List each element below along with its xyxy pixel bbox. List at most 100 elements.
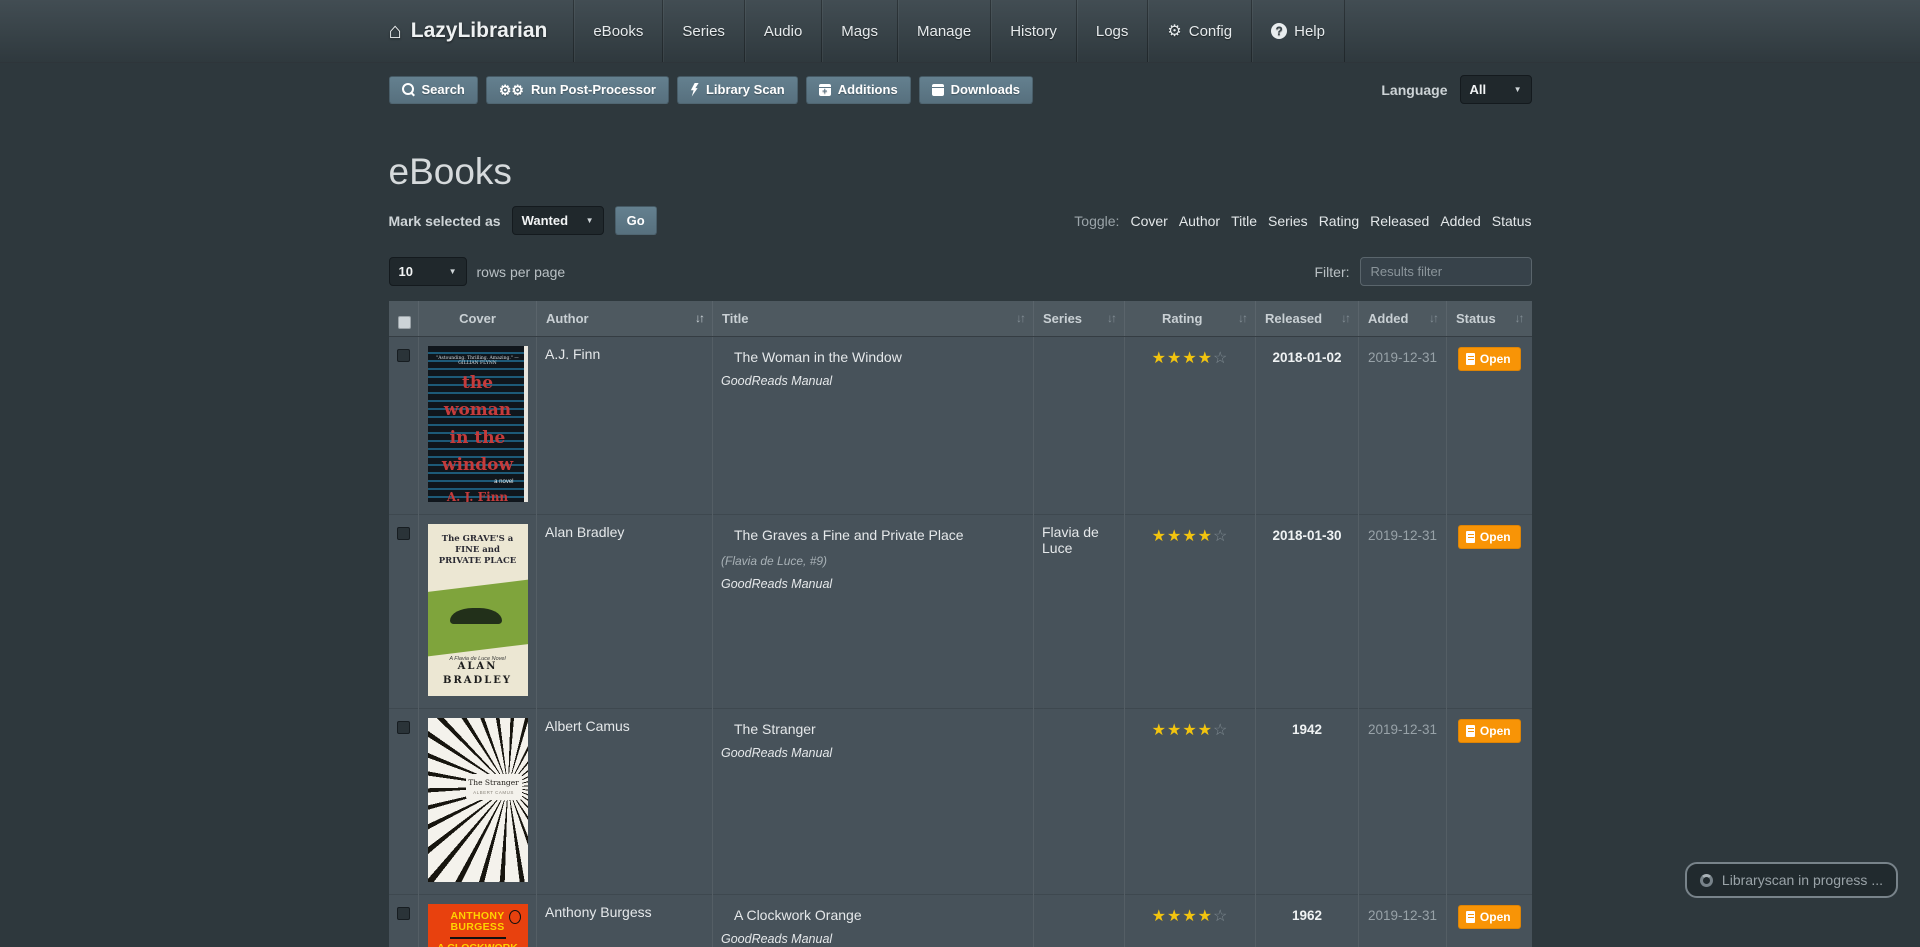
column-header-released[interactable]: Released↓↑: [1256, 301, 1359, 336]
column-header-author[interactable]: Author ↓↑: [537, 301, 713, 336]
rating-cell: ★★★★☆: [1125, 514, 1256, 708]
star-icon[interactable]: ★: [1152, 722, 1167, 739]
column-header-series[interactable]: Series↓↑: [1034, 301, 1125, 336]
run-post-processor-button[interactable]: ⚙⚙ Run Post-Processor: [486, 76, 669, 104]
nav-item-history[interactable]: History: [990, 0, 1076, 62]
book-cover[interactable]: The GRAVE'S a FINE and PRIVATE PLACE A F…: [428, 524, 528, 696]
book-cover[interactable]: ANTHONY BURGESS A CLOCKWORK ORANGE: [428, 904, 528, 947]
row-checkbox[interactable]: [397, 907, 410, 920]
title-link[interactable]: The Graves a Fine and Private Place: [721, 527, 1025, 543]
star-icon[interactable]: ★: [1167, 350, 1182, 367]
sort-icon[interactable]: ↓↑: [695, 311, 703, 325]
brand-home-link[interactable]: ⌂ LazyLibrarian: [389, 0, 574, 62]
toggle-link-added[interactable]: Added: [1440, 213, 1480, 229]
header-label: Author: [546, 311, 589, 326]
nav-item-audio[interactable]: Audio: [744, 0, 821, 62]
star-icon[interactable]: ★: [1198, 350, 1213, 367]
star-icon[interactable]: ★: [1198, 908, 1213, 925]
star-icon[interactable]: ★: [1198, 528, 1213, 545]
nav-item-help[interactable]: ? Help: [1251, 0, 1345, 62]
sort-icon[interactable]: ↓↑: [1016, 311, 1024, 325]
star-rating[interactable]: ★★★★☆: [1152, 908, 1229, 924]
star-icon[interactable]: ★: [1167, 528, 1182, 545]
star-rating[interactable]: ★★★★☆: [1152, 722, 1229, 738]
toggle-link-series[interactable]: Series: [1268, 213, 1308, 229]
open-button[interactable]: Open: [1458, 719, 1521, 743]
search-button[interactable]: Search: [389, 76, 478, 104]
star-icon[interactable]: ★: [1167, 722, 1182, 739]
title-link[interactable]: The Woman in the Window: [721, 349, 1025, 365]
library-scan-button[interactable]: Library Scan: [677, 76, 798, 104]
author-link[interactable]: Anthony Burgess: [545, 904, 652, 920]
nav-item-config[interactable]: ⚙ Config: [1147, 0, 1251, 62]
open-button[interactable]: Open: [1458, 347, 1521, 371]
star-icon[interactable]: ★: [1152, 908, 1167, 925]
rows-per-page-select[interactable]: 10 ▼: [389, 257, 467, 286]
star-icon[interactable]: ☆: [1213, 350, 1228, 367]
column-header-title[interactable]: Title↓↑: [713, 301, 1034, 336]
column-header-added[interactable]: Added↓↑: [1359, 301, 1447, 336]
sort-icon[interactable]: ↓↑: [1515, 311, 1523, 325]
cover-author: ALBERT CAMUS: [466, 790, 522, 795]
nav-item-ebooks[interactable]: eBooks: [573, 0, 662, 62]
chevron-down-icon: ▼: [1514, 85, 1522, 94]
toggle-link-cover[interactable]: Cover: [1130, 213, 1167, 229]
row-checkbox[interactable]: [397, 721, 410, 734]
star-icon[interactable]: ★: [1152, 528, 1167, 545]
toggle-link-title[interactable]: Title: [1231, 213, 1257, 229]
go-button[interactable]: Go: [615, 206, 657, 235]
author-cell[interactable]: Anthony Burgess: [537, 894, 713, 947]
title-link[interactable]: A Clockwork Orange: [721, 907, 1025, 923]
star-rating[interactable]: ★★★★☆: [1152, 350, 1229, 366]
nav-item-logs[interactable]: Logs: [1076, 0, 1148, 62]
column-header-status[interactable]: Status↓↑: [1447, 301, 1532, 336]
author-cell[interactable]: Albert Camus: [537, 708, 713, 894]
star-icon[interactable]: ★: [1182, 722, 1197, 739]
open-button[interactable]: Open: [1458, 525, 1521, 549]
book-cover[interactable]: "Astounding. Thrilling. Amazing." —GILLI…: [428, 346, 528, 502]
star-icon[interactable]: ★: [1167, 908, 1182, 925]
star-icon[interactable]: ☆: [1213, 722, 1228, 739]
additions-button[interactable]: Additions: [806, 76, 911, 104]
column-header-cover[interactable]: Cover: [419, 301, 537, 336]
star-icon[interactable]: ★: [1152, 350, 1167, 367]
star-icon[interactable]: ☆: [1213, 908, 1228, 925]
author-cell[interactable]: A.J. Finn: [537, 336, 713, 514]
sort-icon[interactable]: ↓↑: [1107, 311, 1115, 325]
star-icon[interactable]: ★: [1198, 722, 1213, 739]
star-icon[interactable]: ★: [1182, 528, 1197, 545]
row-checkbox[interactable]: [397, 527, 410, 540]
author-link[interactable]: Albert Camus: [545, 718, 630, 734]
toggle-link-author[interactable]: Author: [1179, 213, 1220, 229]
title-link[interactable]: The Stranger: [721, 721, 1025, 737]
sort-icon[interactable]: ↓↑: [1429, 311, 1437, 325]
open-button[interactable]: Open: [1458, 905, 1521, 929]
filter-input[interactable]: [1360, 257, 1532, 286]
mark-selected-select[interactable]: Wanted ▼: [512, 206, 604, 235]
toggle-link-rating[interactable]: Rating: [1319, 213, 1359, 229]
cover-author: BRADLEY: [428, 674, 528, 688]
title-cell: A Clockwork Orange GoodReads Manual: [713, 894, 1034, 947]
column-header-rating[interactable]: Rating↓↑: [1125, 301, 1256, 336]
nav-item-manage[interactable]: Manage: [897, 0, 990, 62]
downloads-button[interactable]: Downloads: [919, 76, 1033, 104]
book-cover[interactable]: The Stranger ALBERT CAMUS: [428, 718, 528, 882]
star-icon[interactable]: ★: [1182, 908, 1197, 925]
star-rating[interactable]: ★★★★☆: [1152, 528, 1229, 544]
series-link[interactable]: Flavia de Luce: [1042, 524, 1099, 556]
nav-label: History: [1010, 23, 1057, 40]
toggle-link-status[interactable]: Status: [1492, 213, 1532, 229]
language-select[interactable]: All ▼: [1460, 75, 1532, 104]
author-link[interactable]: A.J. Finn: [545, 346, 600, 362]
author-link[interactable]: Alan Bradley: [545, 524, 624, 540]
author-cell[interactable]: Alan Bradley: [537, 514, 713, 708]
toggle-link-released[interactable]: Released: [1370, 213, 1429, 229]
star-icon[interactable]: ☆: [1213, 528, 1228, 545]
sort-icon[interactable]: ↓↑: [1341, 311, 1349, 325]
row-checkbox[interactable]: [397, 349, 410, 362]
sort-icon[interactable]: ↓↑: [1238, 311, 1246, 325]
nav-item-mags[interactable]: Mags: [821, 0, 897, 62]
nav-item-series[interactable]: Series: [662, 0, 744, 62]
star-icon[interactable]: ★: [1182, 350, 1197, 367]
select-all-checkbox[interactable]: [398, 316, 411, 329]
